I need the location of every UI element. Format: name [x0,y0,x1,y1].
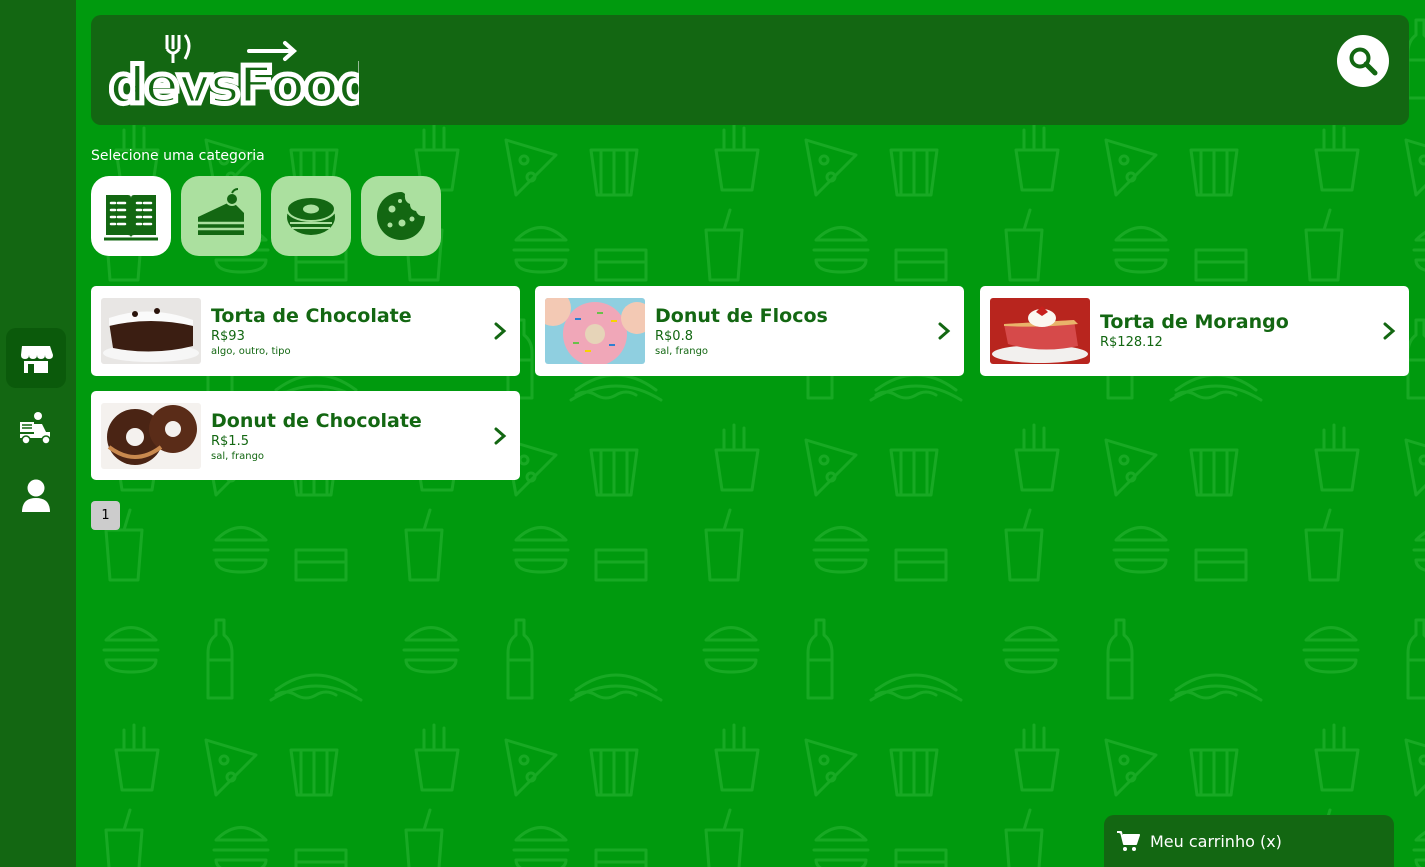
chevron-right-icon [1383,322,1396,340]
header: devsFood [91,15,1409,125]
product-name: Torta de Chocolate [211,305,412,327]
cookie-icon [377,192,425,240]
svg-text:devsFood: devsFood [109,56,359,107]
product-card[interactable]: Torta de Morango R$128.12 [980,286,1409,376]
menu-book-icon [104,195,158,241]
product-name: Torta de Morango [1100,310,1289,333]
product-price: R$93 [211,329,245,344]
category-donut-button[interactable] [271,176,351,256]
product-ingredients: sal, frango [655,346,709,357]
product-name: Donut de Flocos [655,305,828,327]
category-cookie-button[interactable] [361,176,441,256]
cart-label: Meu carrinho (x) [1150,831,1282,851]
devsfood-logo: devsFood [107,33,377,119]
page-1-button[interactable]: 1 [91,501,120,530]
search-button[interactable] [1337,35,1389,87]
user-icon [22,479,50,512]
product-ingredients: sal, frango [211,450,265,462]
chevron-right-icon [494,427,507,444]
product-image [990,298,1090,364]
store-icon [21,346,53,373]
category-title: Selecione uma categoria [91,148,265,164]
product-card[interactable]: Torta de Chocolate R$93 algo, outro, tip… [91,286,520,376]
cart-button[interactable]: Meu carrinho (x) [1104,815,1394,867]
category-list [91,176,441,256]
cake-icon [198,188,244,235]
product-card[interactable]: Donut de Chocolate R$1.5 sal, frango [91,391,520,480]
product-ingredients: algo, outro, tipo [211,346,291,357]
orders-menu-button[interactable] [6,398,66,458]
sidebar [0,0,76,867]
category-all-button[interactable] [91,176,171,256]
donut-icon [286,196,336,235]
product-price: R$0.8 [655,329,693,344]
store-menu-button[interactable] [6,328,66,388]
category-cake-button[interactable] [181,176,261,256]
profile-menu-button[interactable] [6,466,66,526]
product-image [101,298,201,364]
chevron-right-icon [494,322,507,340]
product-image [101,402,201,469]
product-price: R$128.12 [1100,334,1163,350]
delivery-icon [20,412,51,445]
cart-icon [1117,831,1140,851]
product-name: Donut de Chocolate [211,409,422,432]
chevron-right-icon [938,322,951,340]
product-card[interactable]: Donut de Flocos R$0.8 sal, frango [535,286,964,376]
product-price: R$1.5 [211,433,249,449]
product-image [545,298,645,364]
search-icon [1349,47,1378,76]
